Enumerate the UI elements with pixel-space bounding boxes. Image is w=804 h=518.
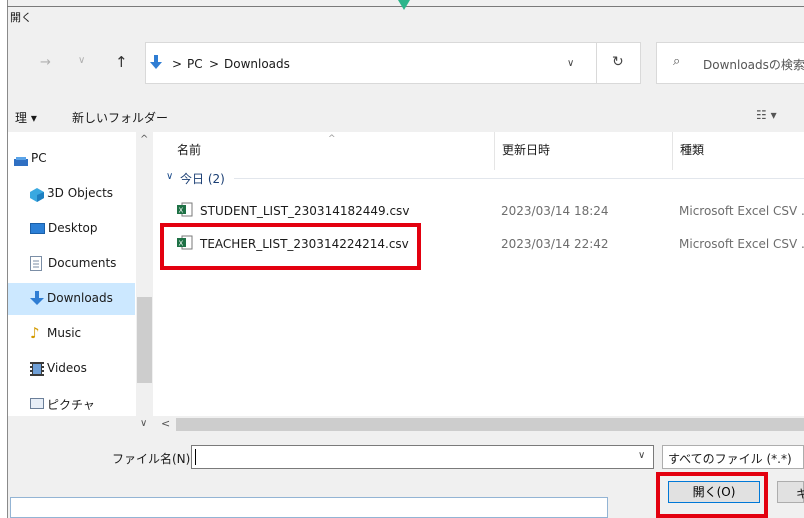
sidebar-item-desktop[interactable]: Desktop — [30, 219, 130, 239]
sidebar-item-pictures[interactable]: ピクチャ — [30, 394, 130, 414]
breadcrumb-downloads[interactable]: Downloads — [224, 57, 290, 71]
file-name: STUDENT_LIST_230314182449.csv — [200, 204, 410, 218]
breadcrumb-pc[interactable]: PC — [187, 57, 203, 71]
cube-icon — [30, 187, 44, 202]
back-arrow-icon: → — [40, 55, 51, 70]
breadcrumb-sep: > — [209, 57, 220, 71]
sidebar-item-label: PC — [31, 151, 47, 165]
sidebar-item-music[interactable]: ♪ Music — [30, 324, 130, 344]
new-folder-button[interactable]: 新しいフォルダー — [72, 109, 168, 126]
sidebar-item-documents[interactable]: Documents — [30, 254, 130, 274]
list-item[interactable]: X STUDENT_LIST_230314182449.csv 2023/03/… — [175, 200, 804, 222]
sort-indicator-icon: ^ — [328, 134, 336, 144]
search-box[interactable]: ⌕ Downloadsの検索 — [656, 42, 804, 84]
organize-button[interactable]: 理 ▾ — [15, 109, 37, 126]
pc-icon — [14, 152, 28, 166]
download-icon — [30, 291, 44, 306]
cancel-button[interactable]: キ — [777, 481, 804, 503]
video-icon — [30, 361, 44, 376]
text-cursor — [195, 449, 196, 465]
up-button[interactable]: ↑ — [115, 53, 131, 73]
chevron-down-icon[interactable]: ∨ — [638, 450, 645, 461]
column-divider[interactable] — [494, 132, 495, 170]
up-arrow-icon: ↑ — [115, 53, 128, 71]
sidebar-item-pc[interactable]: PC — [14, 149, 129, 169]
nav-scroll-thumb[interactable] — [137, 297, 152, 383]
sidebar-item-label: 3D Objects — [47, 186, 114, 200]
scroll-up-icon[interactable]: ^ — [140, 134, 148, 145]
highlight-box-file — [160, 223, 421, 270]
filename-label: ファイル名(N): — [112, 452, 195, 466]
column-header-type[interactable]: 種類 — [680, 141, 704, 158]
address-dropdown-icon[interactable]: ∨ — [567, 58, 574, 69]
forward-button[interactable]: ∨ — [78, 55, 94, 73]
back-button[interactable]: → — [40, 55, 60, 73]
file-modified: 2023/03/14 18:24 — [501, 204, 609, 218]
search-icon: ⌕ — [673, 54, 681, 69]
sidebar-item-downloads[interactable]: Downloads — [30, 289, 130, 309]
file-type: Microsoft Excel CSV ... — [679, 204, 804, 218]
view-options-icon[interactable]: ☷ ▾ — [756, 108, 777, 122]
group-header[interactable]: ∨ 今日 (2) — [166, 169, 804, 187]
filename-input[interactable]: ∨ — [191, 445, 654, 469]
sidebar-item-label: ピクチャ — [47, 398, 95, 412]
document-icon — [30, 256, 42, 271]
sidebar-item-label: Videos — [47, 361, 87, 375]
refresh-icon: ↻ — [612, 54, 624, 70]
overlay-panel — [10, 497, 608, 518]
column-divider[interactable] — [672, 132, 673, 170]
group-label: 今日 (2) — [180, 172, 225, 186]
svg-text:X: X — [179, 207, 184, 215]
download-folder-icon — [150, 55, 162, 71]
highlight-box-open — [656, 472, 768, 518]
column-header-modified[interactable]: 更新日時 — [502, 141, 550, 158]
horizontal-scroll-thumb[interactable] — [176, 418, 804, 431]
sidebar-item-label: Downloads — [47, 291, 113, 305]
sidebar-item-label: Desktop — [48, 221, 98, 235]
sidebar-item-label: Documents — [48, 256, 117, 270]
sidebar-item-videos[interactable]: Videos — [30, 359, 130, 379]
breadcrumb-sep: > — [172, 57, 183, 71]
search-placeholder: Downloadsの検索 — [703, 58, 804, 72]
picture-icon — [30, 398, 44, 409]
refresh-button[interactable]: ↻ — [597, 42, 641, 84]
file-type: Microsoft Excel CSV ... — [679, 237, 804, 251]
music-icon: ♪ — [30, 324, 40, 342]
filetype-select[interactable]: すべてのファイル (*.*) — [662, 445, 804, 469]
filetype-value: すべてのファイル (*.*) — [668, 452, 792, 466]
scroll-down-icon[interactable]: ∨ — [140, 418, 147, 429]
cancel-button-label: キ — [796, 487, 804, 501]
excel-csv-icon: X — [177, 202, 193, 217]
dialog-title: 開く — [10, 11, 32, 24]
drop-marker-icon — [398, 0, 410, 10]
file-modified: 2023/03/14 22:42 — [501, 237, 609, 251]
column-header-name[interactable]: 名前 — [177, 141, 201, 158]
chevron-down-icon: ∨ — [166, 171, 174, 182]
desktop-icon — [30, 223, 45, 234]
group-divider — [234, 178, 804, 179]
sidebar-item-label: Music — [47, 326, 82, 340]
scroll-left-icon[interactable]: < — [161, 417, 170, 430]
chevron-down-icon: ∨ — [78, 55, 86, 66]
sidebar-item-3d-objects[interactable]: 3D Objects — [30, 184, 130, 204]
